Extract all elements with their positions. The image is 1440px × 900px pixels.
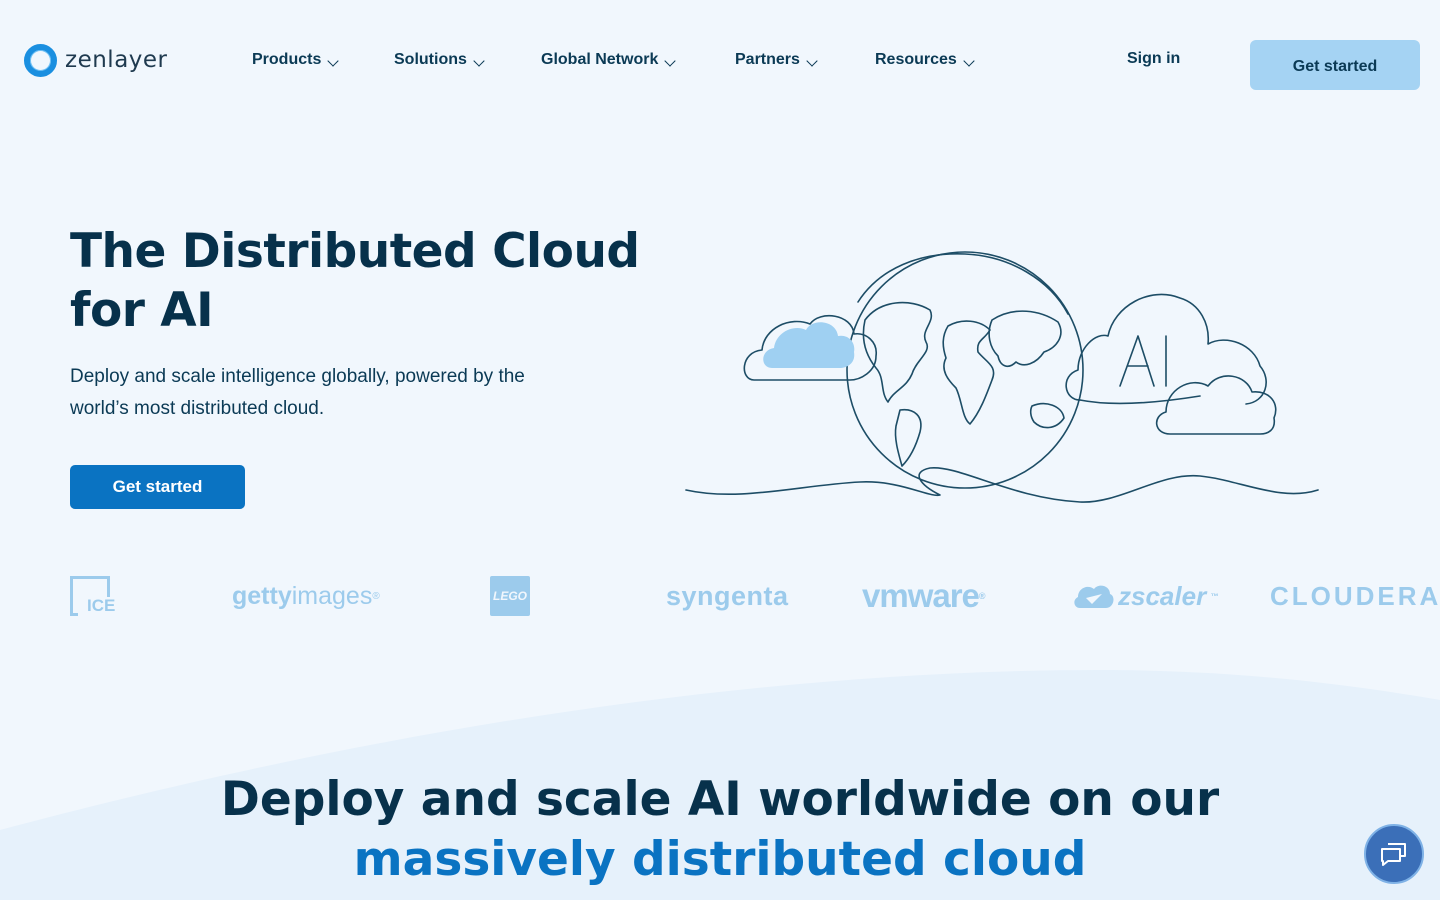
- get-started-nav-button[interactable]: Get started: [1250, 40, 1420, 90]
- nav-item-global-network[interactable]: Global Network: [541, 46, 735, 74]
- nav-item-label: Products: [252, 51, 322, 68]
- ice-logo-text: ICE: [87, 596, 116, 615]
- get-started-hero-button[interactable]: Get started: [70, 465, 245, 509]
- chevron-down-icon: [473, 55, 485, 67]
- zscaler-cloud-icon: [1074, 585, 1114, 608]
- hero-title: The Distributed Cloud for AI: [70, 222, 670, 340]
- zscaler-logo-text: zscaler: [1118, 580, 1207, 611]
- ai-swirl: [1079, 395, 1201, 405]
- section-heading-line1: Deploy and scale AI worldwide on our: [220, 772, 1220, 827]
- zscaler-logo: zscaler ™: [1072, 568, 1218, 624]
- registered-icon: ®: [978, 591, 986, 601]
- chat-widget-button[interactable]: [1364, 824, 1424, 884]
- lego-logo-box: LEGO: [490, 576, 530, 616]
- top-navigation: zenlayer Products Solutions Global Netwo…: [0, 0, 1440, 120]
- hero-subtitle-line1: Deploy and scale intelligence globally, …: [70, 366, 525, 387]
- logo-ring-icon: [24, 43, 57, 77]
- cloud-left-filled: [763, 322, 855, 368]
- vmware-logo-text: vmware: [862, 577, 980, 614]
- globe-clouds-illustration: [685, 251, 1319, 503]
- hero-title-line2: for AI: [70, 283, 214, 338]
- hero-title-line1: The Distributed Cloud: [70, 224, 640, 279]
- ai-letter-a: [1119, 335, 1155, 387]
- ground-line: [685, 467, 1319, 503]
- nav-item-solutions[interactable]: Solutions: [394, 46, 541, 74]
- nav-item-label: Partners: [735, 51, 800, 68]
- syngenta-logo: syngenta: [666, 580, 789, 611]
- section-heading-line2: massively distributed cloud: [353, 832, 1087, 887]
- chevron-down-icon: [806, 55, 818, 67]
- nav-item-label: Solutions: [394, 51, 467, 68]
- continent-south-america: [894, 408, 922, 467]
- getty-logo-text-bold: getty: [232, 581, 292, 610]
- continent-asia: [988, 310, 1062, 368]
- main-menu: Products Solutions Global Network Partne…: [252, 46, 995, 74]
- ice-mark-icon: ICE: [70, 576, 115, 616]
- continent-europe-africa: [942, 320, 995, 425]
- continent-australia: [1029, 402, 1065, 429]
- chevron-down-icon: [327, 55, 340, 67]
- zenlayer-logo[interactable]: zenlayer: [24, 42, 168, 78]
- vmware-logo: vmware ®: [862, 568, 986, 624]
- logo-wordmark: zenlayer: [65, 47, 168, 73]
- cloud-small-outline: [1155, 375, 1277, 435]
- globe-cap-arc: [857, 253, 1069, 315]
- lego-logo: LEGO: [490, 568, 530, 624]
- hero-subtitle-line2: world’s most distributed cloud.: [70, 398, 325, 419]
- nav-item-products[interactable]: Products: [252, 46, 394, 74]
- ice-logo: ICE: [70, 568, 115, 624]
- nav-item-resources[interactable]: Resources: [875, 46, 995, 74]
- getty-logo-text-light: images: [291, 581, 373, 610]
- chat-bubbles-icon: [1381, 843, 1406, 866]
- nav-item-label: Global Network: [541, 51, 659, 68]
- cloudera-logo: CLOUDERA: [1270, 580, 1440, 611]
- sign-in-link[interactable]: Sign in: [1127, 50, 1180, 68]
- hero-subtitle: Deploy and scale intelligence globally, …: [70, 361, 590, 425]
- trademark-icon: ™: [1210, 591, 1219, 601]
- chevron-down-icon: [963, 55, 975, 67]
- continent-north-america: [862, 301, 933, 403]
- chevron-down-icon: [664, 55, 677, 67]
- nav-item-label: Resources: [875, 51, 957, 68]
- client-logos-strip: ICE getty images ® LEGO syngenta vmware ® z…: [0, 568, 1440, 628]
- getty-images-logo: getty images ®: [232, 568, 380, 624]
- nav-item-partners[interactable]: Partners: [735, 46, 875, 74]
- registered-icon: ®: [372, 590, 380, 602]
- section-heading: Deploy and scale AI worldwide on our mas…: [0, 770, 1440, 890]
